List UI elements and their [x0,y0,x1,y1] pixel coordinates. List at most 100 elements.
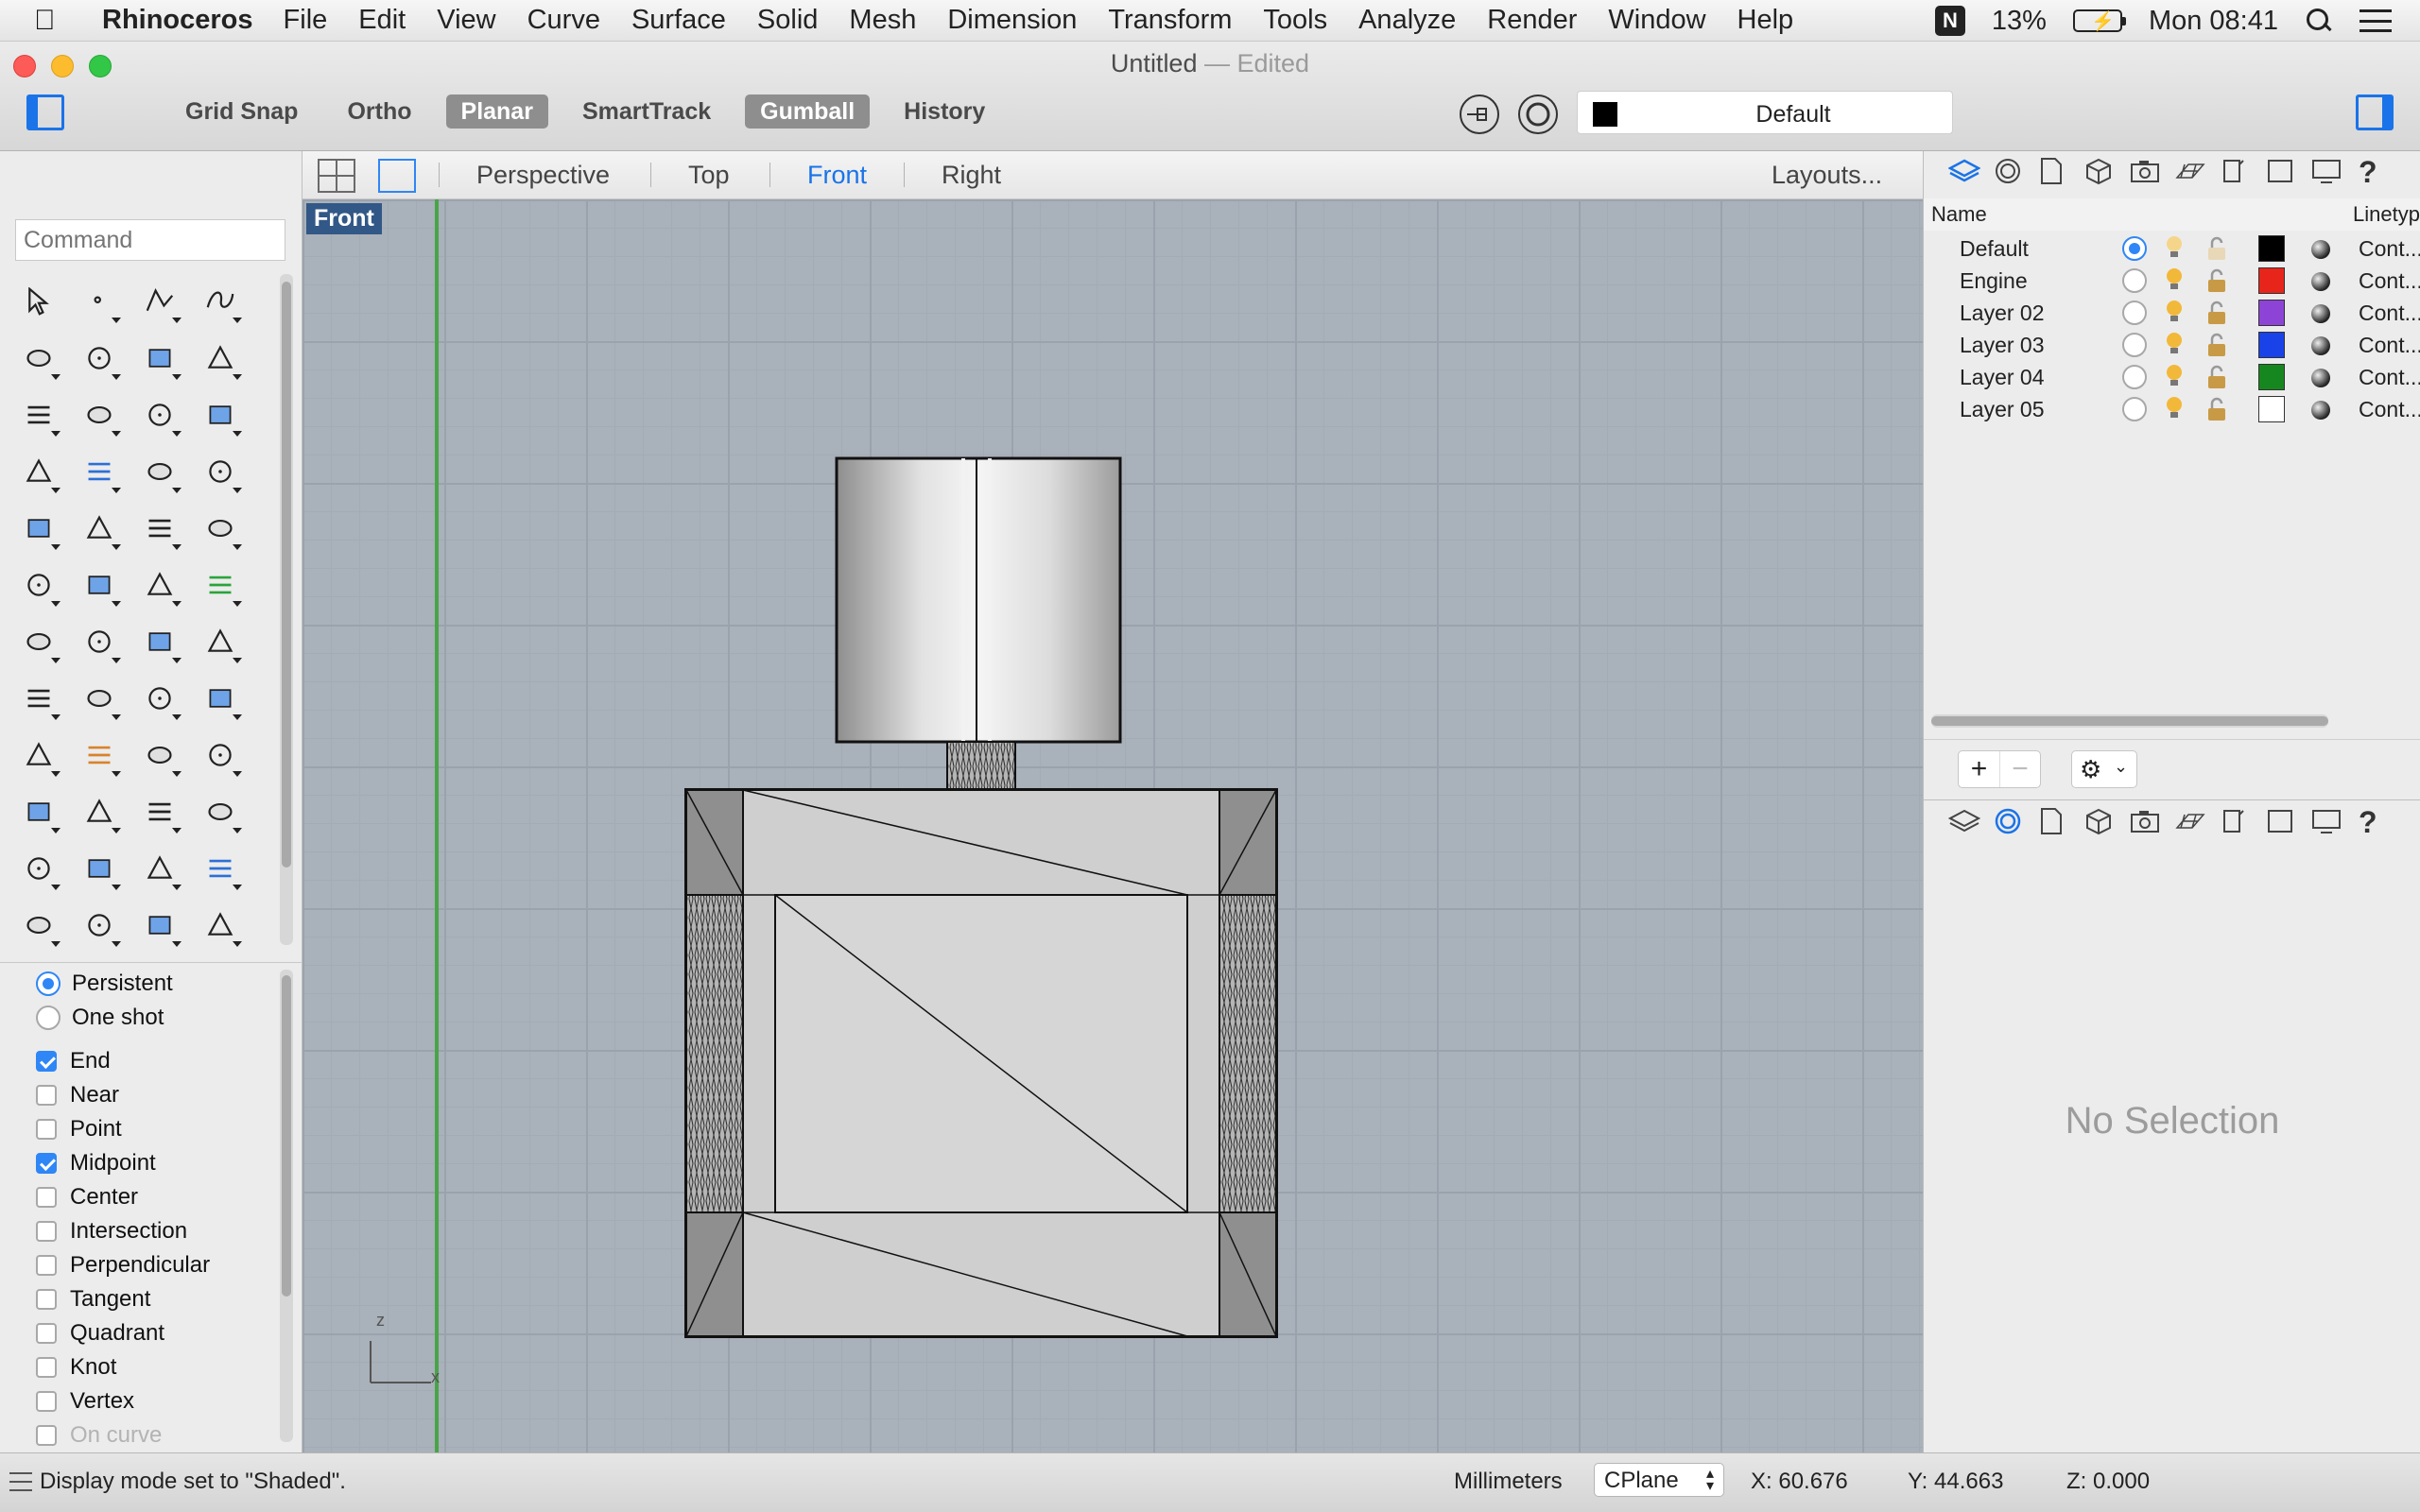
right-sidebar-toggle-icon[interactable] [2356,94,2394,130]
layer-row[interactable]: Layer 03 Cont... [1924,329,2420,361]
grid-snap-button[interactable]: Grid Snap [170,94,313,129]
layer-name[interactable]: Engine [1960,268,2028,294]
lightbulb-icon[interactable] [2164,395,2185,421]
layer-row[interactable]: Engine Cont... [1924,265,2420,297]
battery-icon[interactable]: ⚡ [2072,9,2126,32]
four-viewports-icon[interactable] [318,159,355,193]
n-app-icon[interactable]: N [1934,6,1965,36]
layer-name[interactable]: Default [1960,236,2029,262]
front-viewport[interactable]: z x Front [302,199,1923,1452]
polyline-tool-icon[interactable] [130,274,187,331]
ortho-button[interactable]: Ortho [332,94,426,129]
notes-panel-icon[interactable] [2221,157,2249,185]
material-tool-icon[interactable] [130,728,187,784]
render-tool-icon[interactable] [191,728,248,784]
notes-panel-icon[interactable] [2221,807,2249,835]
osnap-quadrant[interactable]: Quadrant [36,1320,164,1347]
menu-app-name[interactable]: Rhinoceros [102,5,253,36]
current-layer-radio[interactable] [2122,268,2147,293]
layer-color-tool-icon[interactable] [130,898,187,954]
select-arrow-tool-icon[interactable] [9,274,66,331]
point-tool-icon[interactable] [70,274,127,331]
text-tool-icon[interactable] [9,614,66,671]
layer-linetype[interactable]: Cont... [2359,301,2420,326]
material-sphere-icon[interactable] [2311,272,2330,291]
linetype-column-header[interactable]: Linetyp [2353,202,2420,227]
curve-tool-icon[interactable] [191,274,248,331]
ellipse-tool-icon[interactable] [70,331,127,387]
checkbox[interactable] [36,1051,57,1072]
unlocked-padlock-icon[interactable] [2205,397,2228,421]
material-sphere-icon[interactable] [2311,336,2330,355]
radio-button[interactable] [36,971,60,996]
osnap-vertex[interactable]: Vertex [36,1388,134,1415]
objects-panel-icon[interactable] [2084,157,2113,185]
tool-palette-scrollbar[interactable] [280,274,293,945]
menu-analyze[interactable]: Analyze [1358,5,1456,36]
zoom-tool-icon[interactable] [9,784,66,841]
osnap-tangent[interactable]: Tangent [36,1286,150,1313]
history-button[interactable]: History [889,94,1000,129]
color-wheel-tool-icon[interactable] [191,898,248,954]
display-panel-icon[interactable] [2266,807,2294,835]
current-layer-radio[interactable] [2122,365,2147,389]
checkbox[interactable] [36,1255,57,1276]
material-sphere-icon[interactable] [2311,304,2330,323]
layer-name[interactable]: Layer 05 [1960,397,2045,422]
menu-solid[interactable]: Solid [757,5,819,36]
menu-view[interactable]: View [437,5,495,36]
menu-surface[interactable]: Surface [631,5,726,36]
lock-tool-icon[interactable] [70,898,127,954]
clock[interactable]: Mon 08:41 [2149,6,2278,37]
grid-panel-icon[interactable] [2175,807,2205,835]
menu-edit[interactable]: Edit [358,5,406,36]
osnap-mode-one-shot[interactable]: One shot [36,1005,164,1031]
split-tool-icon[interactable] [130,501,187,558]
extrude-tool-icon[interactable] [70,501,127,558]
unlocked-padlock-icon[interactable] [2205,365,2228,389]
battery-percent[interactable]: 13% [1992,6,2047,37]
layers-panel-icon[interactable] [1947,807,1981,835]
tab-top[interactable]: Top [688,161,730,190]
rectangle-tool-icon[interactable] [191,331,248,387]
lightbulb-icon[interactable] [2164,266,2185,293]
filter-icon[interactable] [1460,94,1499,134]
add-layer-button[interactable]: + [1959,751,1999,787]
layer-color-swatch[interactable] [2258,267,2285,294]
layer-linetype[interactable]: Cont... [2359,268,2420,294]
explode-tool-icon[interactable] [9,501,66,558]
osnap-midpoint[interactable]: Midpoint [36,1150,156,1177]
layers-panel-icon[interactable] [1947,157,1981,185]
remove-layer-button[interactable]: − [1998,751,2040,787]
grid-array-tool-icon[interactable] [130,671,187,728]
document-panel-icon[interactable] [2039,807,2067,835]
checkbox[interactable] [36,1221,57,1242]
help-panel-icon[interactable]: ? [2357,155,2385,189]
checkbox[interactable] [36,1323,57,1344]
cylinder-solid-tool-icon[interactable] [130,444,187,501]
menu-transform[interactable]: Transform [1108,5,1232,36]
layer-linetype[interactable]: Cont... [2359,365,2420,390]
mesh-plane-tool-icon[interactable] [191,444,248,501]
layer-options-button[interactable]: ⚙ ⌄ [2071,750,2137,788]
layer-color-swatch[interactable] [2258,332,2285,358]
checkbox[interactable] [36,1085,57,1106]
gumball-button[interactable]: Gumball [745,94,871,129]
checkbox[interactable] [36,1357,57,1378]
menu-help[interactable]: Help [1737,5,1794,36]
block-tool-icon[interactable] [9,671,66,728]
layer-name[interactable]: Layer 04 [1960,365,2045,390]
single-viewport-icon[interactable] [378,159,416,193]
rebuild-tool-icon[interactable] [191,558,248,614]
grid-panel-icon[interactable] [2175,157,2205,185]
command-input[interactable] [15,219,285,261]
display-panel-icon[interactable] [2266,157,2294,185]
layer-linetype[interactable]: Cont... [2359,397,2420,422]
monitor-panel-icon[interactable] [2311,807,2341,835]
viewport-title[interactable]: Front [306,203,382,234]
circle-tool-icon[interactable] [9,331,66,387]
unlocked-padlock-icon[interactable] [2205,236,2228,261]
layer-linetype[interactable]: Cont... [2359,236,2420,262]
checkbox[interactable] [36,1425,57,1446]
layer-linetype[interactable]: Cont... [2359,333,2420,358]
